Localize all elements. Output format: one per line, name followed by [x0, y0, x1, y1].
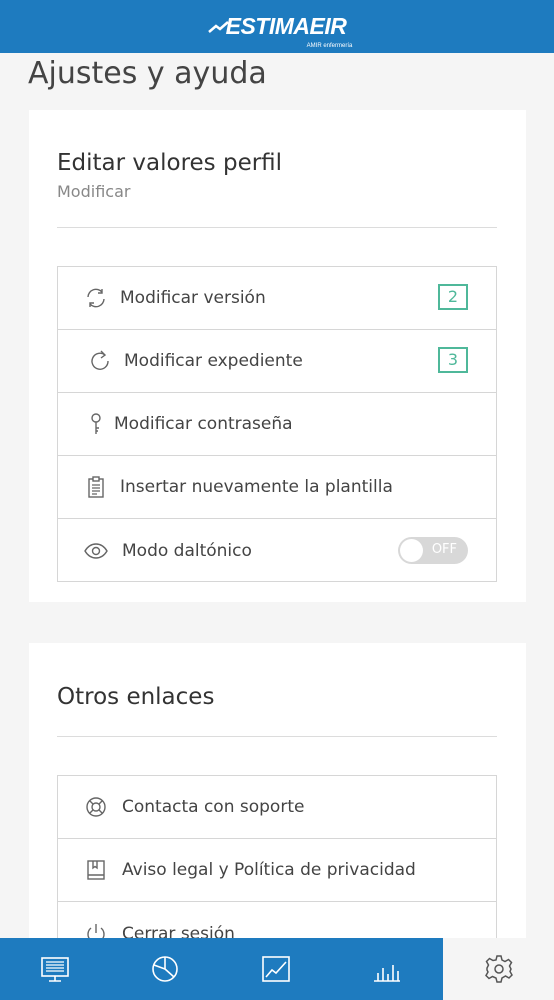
nav-settings[interactable]: [443, 938, 554, 1000]
pie-chart-icon: [152, 956, 178, 982]
file-badge: 3: [438, 347, 468, 373]
gear-icon: [484, 955, 513, 983]
page-title: Ajustes y ayuda: [28, 56, 267, 91]
divider: [57, 736, 497, 737]
bottom-navigation: [0, 938, 554, 1000]
other-links-card: Otros enlaces Contacta con soporte Aviso…: [29, 643, 526, 975]
nav-ranking[interactable]: [331, 938, 443, 1000]
contact-support-item[interactable]: Contacta con soporte: [58, 776, 496, 839]
profile-card: Editar valores perfil Modificar Modifica…: [29, 110, 526, 602]
eye-icon: [82, 537, 110, 565]
modify-version-label: Modificar versión: [120, 288, 266, 308]
modify-file-item[interactable]: Modificar expediente 3: [58, 330, 496, 393]
other-links-title: Otros enlaces: [57, 684, 215, 710]
lifebuoy-icon: [82, 793, 110, 821]
bar-chart-icon: [374, 965, 400, 982]
profile-card-title: Editar valores perfil: [57, 150, 283, 176]
legal-privacy-item[interactable]: Aviso legal y Política de privacidad: [58, 839, 496, 902]
colorblind-mode-toggle[interactable]: OFF: [398, 537, 468, 564]
colorblind-mode-label: Modo daltónico: [122, 540, 252, 561]
presentation-icon: [41, 957, 69, 982]
version-badge: 2: [438, 284, 468, 310]
nav-presentation[interactable]: [0, 938, 110, 1000]
logo-text: ESTIMAEIR: [225, 13, 347, 39]
colorblind-mode-item: Modo daltónico OFF: [58, 519, 496, 582]
modify-file-label: Modificar expediente: [124, 351, 303, 371]
redo-icon: [86, 347, 114, 375]
reinsert-template-item[interactable]: Insertar nuevamente la plantilla: [58, 456, 496, 519]
line-chart-icon: [261, 956, 290, 982]
clipboard-icon: [82, 473, 110, 501]
logo-subtext: AMIR enfermería: [306, 43, 353, 49]
toggle-knob: [400, 539, 423, 562]
modify-password-item[interactable]: Modificar contraseña: [58, 393, 496, 456]
divider: [57, 227, 497, 228]
reinsert-template-label: Insertar nuevamente la plantilla: [120, 477, 393, 497]
key-icon: [82, 410, 110, 438]
top-bar: ESTIMAEIR AMIR enfermería: [0, 0, 554, 53]
app-logo: ESTIMAEIR AMIR enfermería: [207, 13, 352, 49]
nav-stats[interactable]: [110, 938, 220, 1000]
profile-card-subtitle: Modificar: [57, 182, 131, 201]
book-icon: [82, 856, 110, 884]
modify-version-item[interactable]: Modificar versión 2: [58, 267, 496, 330]
legal-privacy-label: Aviso legal y Política de privacidad: [122, 860, 416, 880]
refresh-icon: [82, 284, 110, 312]
contact-support-label: Contacta con soporte: [122, 797, 305, 817]
toggle-state-label: OFF: [431, 542, 457, 557]
nav-progress[interactable]: [220, 938, 331, 1000]
modify-password-label: Modificar contraseña: [114, 414, 293, 434]
profile-options-list: Modificar versión 2 Modificar expediente…: [57, 266, 497, 582]
